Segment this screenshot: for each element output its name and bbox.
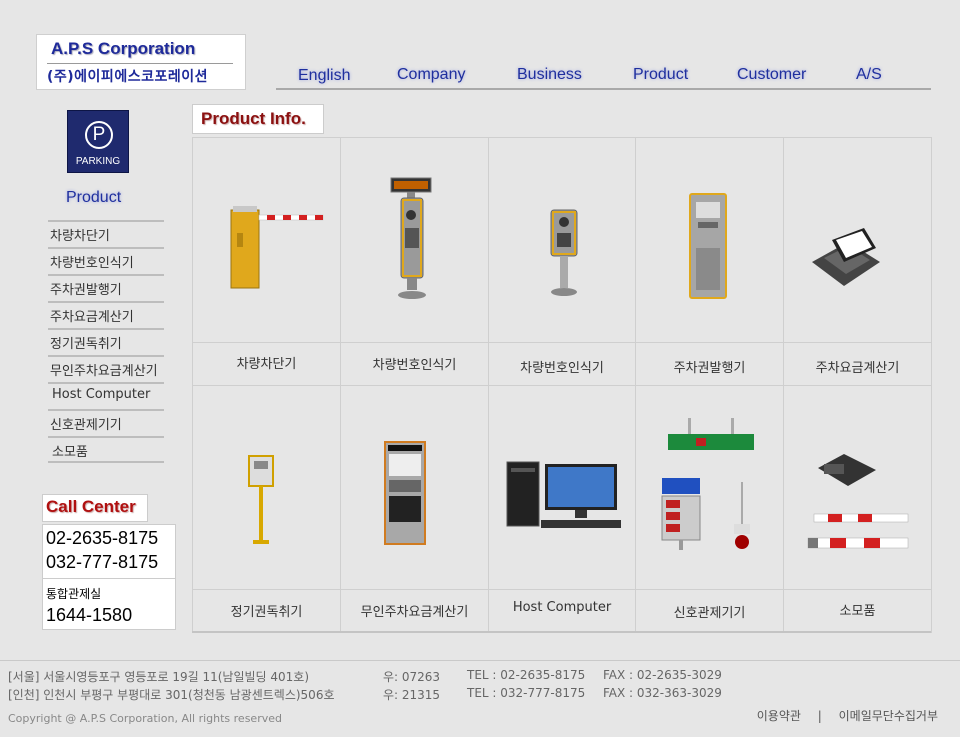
product-label: 소모품	[839, 604, 876, 619]
caption-divider	[193, 342, 340, 343]
call-hub-label: 통합관제실	[46, 587, 102, 601]
product-label: 차량번호인식기	[372, 358, 457, 373]
sidebar-item-host-computer[interactable]: Host Computer	[48, 382, 164, 409]
sidebar-item-pass-reader[interactable]: 정기권독취기	[48, 328, 164, 355]
footer-seoul-tel: TEL : 02-2635-8175	[467, 668, 586, 682]
nav-underline	[276, 88, 931, 90]
caption-divider	[193, 589, 340, 590]
product-card[interactable]: 차량차단기	[192, 137, 340, 385]
caption-divider	[636, 342, 783, 343]
product-card[interactable]: 무인주차요금계산기	[340, 385, 488, 633]
footer-seoul-address: [서울] 서울시영등포구 영등포로 19길 11(남일빌딩 401호)	[8, 670, 310, 684]
email-refusal-link[interactable]: 이메일무단수집거부	[839, 709, 938, 723]
fee-computer-icon	[784, 138, 931, 342]
caption-divider	[489, 342, 635, 343]
product-card[interactable]: 정기권독취기	[192, 385, 340, 633]
caption-divider	[784, 589, 931, 590]
sidebar-menu: 차량차단기 차량번호인식기 주차권발행기 주차요금계산기 정기권독취기 무인주차…	[48, 220, 164, 463]
logo-korean: (주)에이피에스코포레이션	[47, 69, 208, 85]
call-center-title: Call Center	[42, 494, 148, 522]
product-card[interactable]: 차량번호인식기	[488, 137, 635, 385]
sidebar-item-barrier[interactable]: 차량차단기	[48, 220, 164, 247]
sidebar-item-plate-recognition[interactable]: 차량번호인식기	[48, 247, 164, 274]
footer-incheon-address: [인천] 인천시 부평구 부평대로 301(청천동 남광센트렉스)506호	[8, 688, 335, 702]
grid-bottom-rule	[192, 631, 931, 633]
barrier-gate-icon	[193, 138, 340, 342]
nav-as[interactable]: A/S	[856, 66, 882, 84]
sidebar-item-ticket-dispenser[interactable]: 주차권발행기	[48, 274, 164, 301]
consumables-icon	[784, 386, 931, 589]
sidebar-item-fee-computer[interactable]: 주차요금계산기	[48, 301, 164, 328]
call-hub-phone: 1644-1580	[46, 605, 133, 625]
caption-divider	[784, 342, 931, 343]
footer-divider	[0, 660, 960, 661]
signal-control-icon	[636, 386, 783, 589]
nav-product[interactable]: Product	[633, 66, 688, 84]
nav-english[interactable]: English	[298, 67, 350, 85]
footer-link-separator: |	[817, 709, 822, 723]
caption-divider	[636, 589, 783, 590]
pass-reader-icon	[193, 386, 340, 589]
caption-divider	[489, 589, 635, 590]
product-label: Host Computer	[512, 600, 612, 615]
ticket-dispenser-icon	[636, 138, 783, 342]
product-grid: 차량차단기 차량번호인식기 차량번호인식기 주차권발행기 주차요금계산기 정기권…	[192, 137, 932, 633]
product-label: 차량번호인식기	[520, 361, 604, 376]
parking-badge-text: PARKING	[75, 156, 121, 167]
product-label: 차량차단기	[236, 357, 297, 372]
footer-seoul-zip: 우: 07263	[383, 670, 441, 684]
product-card[interactable]: Host Computer	[488, 385, 635, 633]
host-computer-icon	[489, 386, 635, 589]
call-phone-seoul: 02-2635-8175	[46, 528, 159, 548]
footer-copyright: Copyright @ A.P.S Corporation, All right…	[8, 712, 282, 725]
logo-divider	[47, 63, 233, 64]
plate-recognition-unit-icon	[489, 138, 635, 342]
sidebar-item-consumables[interactable]: 소모품	[48, 436, 164, 463]
footer-incheon-tel: TEL : 032-777-8175	[467, 686, 586, 700]
product-label: 무인주차요금계산기	[360, 605, 469, 620]
parking-badge: P PARKING	[67, 110, 129, 173]
nav-company[interactable]: Company	[397, 66, 465, 84]
product-label: 주차요금계산기	[815, 361, 900, 376]
logo-english: A.P.S Corporation	[51, 39, 196, 58]
product-label: 정기권독취기	[230, 605, 303, 620]
product-label: 신호관제기기	[673, 606, 746, 621]
product-card[interactable]: 차량번호인식기	[340, 137, 488, 385]
sidebar-item-signal-control[interactable]: 신호관제기기	[48, 409, 164, 436]
product-card[interactable]: 주차권발행기	[635, 137, 783, 385]
product-label: 주차권발행기	[673, 361, 746, 376]
footer-seoul-fax: FAX : 02-2635-3029	[603, 668, 722, 682]
parking-p-icon: P	[85, 121, 113, 149]
product-card[interactable]: 신호관제기기	[635, 385, 783, 633]
company-logo[interactable]: A.P.S Corporation (주)에이피에스코포레이션	[36, 34, 246, 90]
call-divider	[43, 578, 175, 579]
product-card[interactable]: 소모품	[783, 385, 931, 633]
terms-link[interactable]: 이용약관	[757, 709, 801, 723]
footer-incheon-zip: 우: 21315	[383, 688, 441, 702]
unmanned-kiosk-icon	[341, 386, 488, 589]
footer-links: 이용약관 | 이메일무단수집거부	[757, 707, 938, 724]
footer-incheon-fax: FAX : 032-363-3029	[603, 686, 722, 700]
product-card[interactable]: 주차요금계산기	[783, 137, 931, 385]
call-phone-incheon: 032-777-8175	[46, 552, 159, 572]
nav-customer[interactable]: Customer	[737, 66, 806, 84]
top-navigation: English Company Business Product Custome…	[276, 66, 931, 90]
sidebar-item-unmanned-kiosk[interactable]: 무인주차요금계산기	[48, 355, 164, 382]
product-info-title: Product Info.	[192, 104, 324, 134]
caption-divider	[341, 589, 488, 590]
plate-recognition-camera-icon	[341, 138, 488, 342]
nav-business[interactable]: Business	[517, 66, 582, 84]
call-center-box: 02-2635-8175 032-777-8175 통합관제실 1644-158…	[42, 524, 176, 630]
caption-divider	[341, 342, 488, 343]
sidebar-title: Product	[66, 189, 122, 206]
